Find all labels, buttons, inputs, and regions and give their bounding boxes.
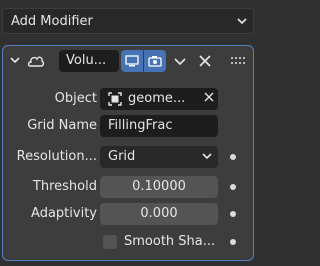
chevron-down-icon — [202, 146, 212, 168]
drag-grip-icon[interactable] — [229, 51, 247, 71]
object-label: Object — [54, 91, 97, 106]
chevron-down-icon[interactable] — [171, 50, 189, 72]
resolution-label: Resolution... — [16, 149, 97, 164]
threshold-field[interactable]: 0.10000 — [100, 176, 218, 198]
add-modifier-dropdown[interactable]: Add Modifier — [2, 8, 254, 34]
threshold-row: Threshold 0.10000 — [3, 176, 253, 198]
grid-name-label: Grid Name — [27, 118, 97, 133]
object-value: geome... — [128, 91, 186, 106]
object-field[interactable]: geome... — [100, 88, 218, 110]
add-modifier-label: Add Modifier — [11, 13, 93, 29]
keyframe-dot-icon[interactable] — [230, 211, 236, 217]
volume-to-mesh-icon — [25, 50, 47, 72]
show-in-render-toggle[interactable] — [144, 50, 166, 72]
modifier-header: Volu... — [3, 46, 253, 76]
keyframe-dot-icon[interactable] — [230, 239, 236, 245]
threshold-label: Threshold — [32, 179, 97, 194]
smooth-shade-row: Smooth Sha... — [3, 231, 253, 253]
close-icon[interactable] — [195, 50, 215, 72]
resolution-mode-select[interactable]: Grid — [100, 146, 218, 168]
modifier-panel: Volu... Object geome... Grid Name Fillin… — [2, 45, 254, 261]
show-in-viewport-toggle[interactable] — [121, 50, 143, 72]
adaptivity-label: Adaptivity — [31, 206, 97, 221]
object-row: Object geome... — [3, 88, 253, 110]
resolution-row: Resolution... Grid — [3, 146, 253, 168]
modifier-name-field[interactable]: Volu... — [59, 50, 119, 72]
keyframe-dot-icon[interactable] — [230, 154, 236, 160]
resolution-value: Grid — [108, 149, 136, 164]
grid-name-field[interactable]: FillingFrac — [100, 115, 218, 137]
clear-object-icon[interactable] — [200, 88, 218, 110]
smooth-shade-checkbox[interactable] — [103, 235, 117, 249]
chevron-down-icon — [231, 14, 253, 29]
camera-icon — [148, 56, 162, 67]
object-icon — [108, 92, 122, 106]
monitor-icon — [125, 55, 139, 67]
keyframe-dot-icon[interactable] — [230, 184, 236, 190]
smooth-shade-label: Smooth Sha... — [124, 234, 216, 249]
collapse-chevron-icon[interactable] — [7, 50, 23, 70]
adaptivity-field[interactable]: 0.000 — [100, 203, 218, 225]
adaptivity-row: Adaptivity 0.000 — [3, 203, 253, 225]
grid-name-row: Grid Name FillingFrac — [3, 115, 253, 137]
